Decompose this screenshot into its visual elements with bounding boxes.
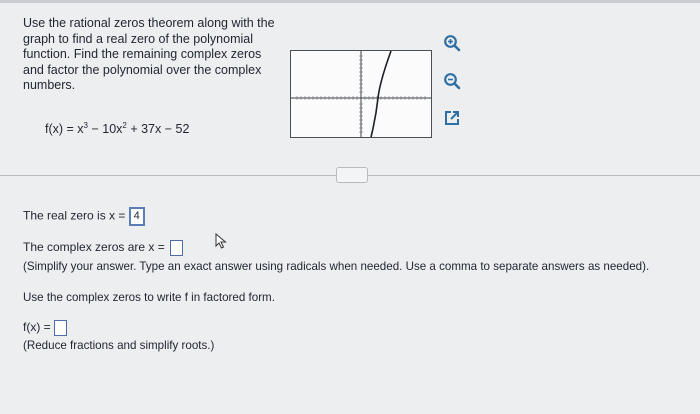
complex-zeros-input[interactable] xyxy=(170,240,184,256)
real-zero-label: The real zero is x = xyxy=(23,208,126,223)
real-zero-row: The real zero is x = 4 xyxy=(23,207,145,226)
formula-part: − 10x xyxy=(88,122,123,136)
expand-handle[interactable] xyxy=(336,167,368,183)
formula-part: f(x) = x xyxy=(45,122,84,136)
formula-part: + 37x − 52 xyxy=(126,122,190,136)
complex-zeros-row: The complex zeros are x = xyxy=(23,240,184,256)
external-link-icon[interactable] xyxy=(442,108,462,128)
real-zero-input[interactable]: 4 xyxy=(128,207,145,226)
fx-row: f(x) = xyxy=(23,320,68,336)
zoom-out-icon[interactable] xyxy=(442,71,462,91)
fx-label: f(x) = xyxy=(23,320,51,335)
polynomial-curve xyxy=(370,50,392,138)
polynomial-graph[interactable] xyxy=(290,50,432,138)
complex-zeros-label: The complex zeros are x = xyxy=(23,240,165,255)
factored-form-input[interactable] xyxy=(54,320,68,336)
factor-prompt: Use the complex zeros to write f in fact… xyxy=(23,291,275,304)
question-text: Use the rational zeros theorem along wit… xyxy=(23,16,275,92)
complex-instructions: (Simplify your answer. Type an exact ans… xyxy=(23,260,650,273)
mouse-pointer-icon xyxy=(215,232,229,254)
polynomial-formula: f(x) = x3 − 10x2 + 37x − 52 xyxy=(45,121,189,136)
graph-plot xyxy=(291,50,431,138)
zoom-in-icon[interactable] xyxy=(442,33,462,53)
top-edge xyxy=(0,0,700,3)
fx-instructions: (Reduce fractions and simplify roots.) xyxy=(23,339,215,352)
